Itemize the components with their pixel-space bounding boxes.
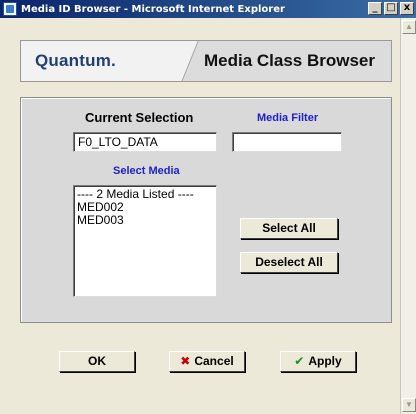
select-media-label: Select Media [113,165,180,177]
ie-page-icon [3,2,17,16]
window-titlebar[interactable]: Media ID Browser - Microsoft Internet Ex… [0,0,416,18]
x-icon: ✖ [180,354,191,368]
scroll-up-icon[interactable]: ▲ [402,20,416,34]
apply-button[interactable]: ✔ Apply [280,351,356,372]
window-title: Media ID Browser - Microsoft Internet Ex… [21,3,285,15]
vertical-scrollbar[interactable]: ▲ ▼ [400,18,416,414]
close-button[interactable]: x [400,2,414,15]
scroll-down-icon[interactable]: ▼ [402,398,416,412]
window-controls: _ □ x [368,2,414,15]
logo-text: Quantum [35,51,112,70]
apply-label: Apply [308,354,342,368]
maximize-button[interactable]: □ [384,2,398,15]
minimize-button[interactable]: _ [368,2,382,15]
logo-dot: . [111,51,116,70]
current-selection-field[interactable] [73,132,217,152]
ok-button[interactable]: OK [59,351,135,372]
checkmark-icon: ✔ [294,354,305,368]
selection-panel: Current Selection Media Filter Select Me… [20,97,392,323]
page-title: Media Class Browser [203,51,375,70]
quantum-logo: Quantum. [35,51,116,71]
list-item[interactable]: MED003 [77,214,213,227]
media-listbox[interactable]: ---- 2 Media Listed ---- MED002 MED003 [73,185,217,297]
media-filter-input[interactable] [232,132,342,152]
current-selection-label: Current Selection [85,110,194,125]
cancel-label: Cancel [194,354,234,368]
select-all-button[interactable]: Select All [240,218,338,239]
header-banner: Quantum. Media Class Browser [20,40,392,82]
cancel-button[interactable]: ✖ Cancel [169,351,245,372]
deselect-all-button[interactable]: Deselect All [240,252,338,273]
media-filter-label: Media Filter [257,112,319,124]
